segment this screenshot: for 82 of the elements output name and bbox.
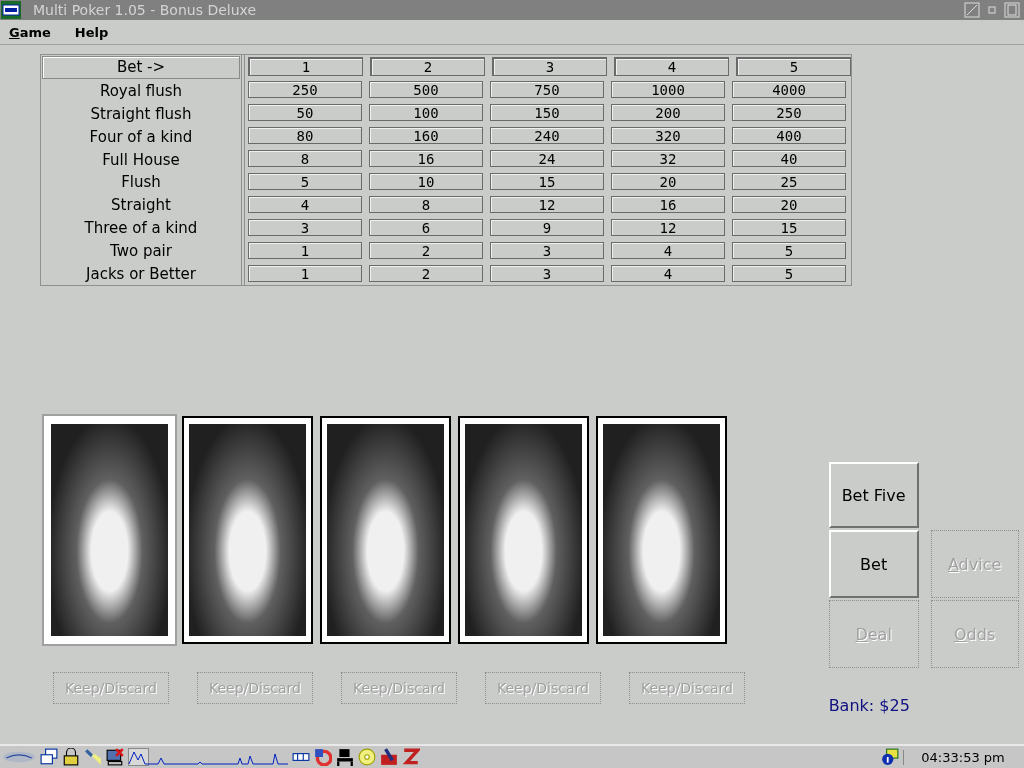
menu-item[interactable]: Help bbox=[74, 23, 109, 41]
hand-name: Full House bbox=[101, 149, 181, 171]
window-title: Multi Poker 1.05 - Bonus Deluxe bbox=[33, 2, 257, 18]
payout-cell: 250 bbox=[248, 81, 362, 98]
payout-cell: 80 bbox=[248, 127, 362, 144]
payout-cell: 500 bbox=[369, 81, 483, 98]
payout-cell: 12 bbox=[611, 219, 725, 236]
hand-name: Straight bbox=[110, 195, 172, 217]
app-icon bbox=[1, 1, 21, 19]
payout-cell: 4000 bbox=[732, 81, 846, 98]
payout-cell: 32 bbox=[611, 150, 725, 167]
hand-name: Flush bbox=[120, 172, 162, 194]
payout-cell: 20 bbox=[732, 196, 846, 213]
clock: 04:33:53 pm bbox=[903, 749, 1022, 765]
payout-cell: 3 bbox=[248, 219, 362, 236]
hand-name: Four of a kind bbox=[88, 126, 194, 148]
action-button[interactable]: Bet bbox=[828, 530, 919, 598]
payout-cell: 16 bbox=[611, 196, 725, 213]
hand-name: Three of a kind bbox=[83, 218, 199, 239]
payout-cell: 160 bbox=[369, 127, 483, 144]
hand-name: Jacks or Better bbox=[84, 263, 197, 285]
bank-balance: Bank: $25 bbox=[828, 696, 911, 715]
hide-icon[interactable] bbox=[964, 2, 980, 18]
payout-cell: 100 bbox=[369, 104, 483, 121]
payout-cell: 25 bbox=[732, 173, 846, 190]
bet-column-header: 5 bbox=[736, 57, 851, 76]
action-button[interactable]: Bet Five bbox=[828, 462, 919, 528]
hand-name: Royal flush bbox=[98, 81, 184, 103]
lock-icon[interactable] bbox=[62, 748, 80, 766]
payout-cell: 2 bbox=[369, 242, 483, 259]
payout-cell: 5 bbox=[732, 265, 846, 282]
letter-z-icon[interactable] bbox=[402, 748, 420, 766]
hand-name: Two pair bbox=[109, 240, 173, 262]
payout-cell: 20 bbox=[611, 173, 725, 190]
payout-cell: 5 bbox=[732, 242, 846, 259]
payout-cell: 10 bbox=[369, 173, 483, 190]
payout-cell: 24 bbox=[490, 150, 604, 167]
payout-cell: 1 bbox=[248, 265, 362, 282]
payout-cell: 12 bbox=[490, 196, 604, 213]
payout-cell: 320 bbox=[611, 127, 725, 144]
payout-cell: 3 bbox=[490, 242, 604, 259]
info-icon[interactable] bbox=[881, 748, 899, 766]
payout-cell: 8 bbox=[369, 196, 483, 213]
bet-header: Bet -> bbox=[42, 56, 240, 79]
payout-cell: 2 bbox=[369, 265, 483, 282]
payout-cell: 15 bbox=[490, 173, 604, 190]
payout-cell: 250 bbox=[732, 104, 846, 121]
payout-cell: 4 bbox=[611, 265, 725, 282]
payout-cell: 1000 bbox=[611, 81, 725, 98]
flashlight-icon[interactable] bbox=[84, 748, 102, 766]
payout-cell: 4 bbox=[248, 196, 362, 213]
pen-icon[interactable] bbox=[380, 748, 398, 766]
payout-cell: 3 bbox=[490, 265, 604, 282]
payout-cell: 15 bbox=[732, 219, 846, 236]
card[interactable] bbox=[182, 416, 313, 644]
card[interactable] bbox=[320, 416, 451, 644]
payout-cell: 240 bbox=[490, 127, 604, 144]
payout-cell: 4 bbox=[611, 242, 725, 259]
menu-item[interactable]: Game bbox=[9, 23, 51, 41]
payout-cell: 400 bbox=[732, 127, 846, 144]
payout-cell: 150 bbox=[490, 104, 604, 121]
payout-cell: 200 bbox=[611, 104, 725, 121]
bet-column-header: 2 bbox=[370, 57, 485, 76]
bet-column-header: 4 bbox=[614, 57, 729, 76]
windows-icon[interactable] bbox=[40, 748, 58, 766]
payout-cell: 750 bbox=[490, 81, 604, 98]
payout-cell: 9 bbox=[490, 219, 604, 236]
payout-cell: 6 bbox=[369, 219, 483, 236]
life-ring-icon[interactable] bbox=[314, 748, 332, 766]
card[interactable] bbox=[596, 416, 727, 644]
payout-cell: 16 bbox=[369, 150, 483, 167]
bet-column-header: 1 bbox=[248, 57, 363, 76]
computer-icon[interactable] bbox=[106, 748, 124, 766]
bet-column-header: 3 bbox=[492, 57, 607, 76]
payout-cell: 40 bbox=[732, 150, 846, 167]
desk-icon[interactable] bbox=[336, 748, 354, 766]
hand-name: Straight flush bbox=[89, 104, 193, 125]
payout-cell: 8 bbox=[248, 150, 362, 167]
card[interactable] bbox=[458, 416, 589, 644]
payout-cell: 50 bbox=[248, 104, 362, 121]
payout-cell: 5 bbox=[248, 173, 362, 190]
payout-cell: 1 bbox=[248, 242, 362, 259]
